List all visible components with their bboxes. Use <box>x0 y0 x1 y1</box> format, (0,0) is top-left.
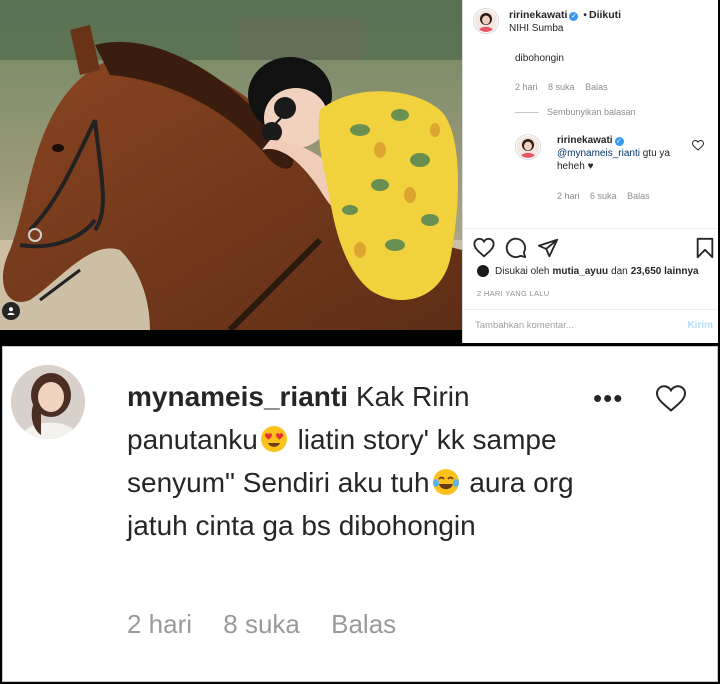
comment-input[interactable] <box>475 320 665 331</box>
post-actions: Disukai oleh mutia_ayuu dan 23,650 lainn… <box>463 228 718 343</box>
zoomed-comment-meta: 2 hari 8 suka Balas <box>127 609 420 640</box>
reply-username[interactable]: ririnekawati <box>557 135 613 146</box>
post-side-panel: ririnekawati ✓ • Diikuti NIHI Sumba diboho… <box>462 0 718 343</box>
comment-likes[interactable]: 8 suka <box>548 82 575 92</box>
comment-meta: 2 hari 8 suka Balas <box>515 81 616 94</box>
reply-avatar[interactable] <box>515 134 541 160</box>
instagram-post-screenshot: ririnekawati ✓ • Diikuti NIHI Sumba diboho… <box>0 0 720 345</box>
verified-badge-icon: ✓ <box>569 12 579 21</box>
follow-status-button[interactable]: Diikuti <box>589 9 621 21</box>
heart-icon[interactable] <box>655 385 687 418</box>
verified-badge-icon: ✓ <box>614 137 624 146</box>
post-photo[interactable] <box>0 0 462 330</box>
zoom-comment-time: 2 hari <box>127 609 193 639</box>
likes-count-link[interactable]: 23,650 lainnya <box>631 266 699 277</box>
post-comment-button[interactable]: Kirim <box>687 320 713 331</box>
zoom-comment-reply-button[interactable]: Balas <box>331 609 396 639</box>
comment-bubble-icon[interactable] <box>505 237 527 259</box>
reply-likes[interactable]: 6 suka <box>590 191 617 201</box>
heart-icon[interactable] <box>691 139 705 155</box>
likes-summary: Disukai oleh mutia_ayuu dan 23,650 lainn… <box>477 265 702 277</box>
commenter-avatar[interactable] <box>11 365 85 439</box>
like-heart-icon[interactable] <box>473 237 495 259</box>
poster-username[interactable]: ririnekawati <box>509 9 567 21</box>
heart-eyes-emoji-icon <box>260 426 287 452</box>
reply-time: 2 hari <box>557 191 580 201</box>
zoomed-comment-panel: mynameis_rianti Kak Ririn panutanku liati… <box>2 346 718 682</box>
reply-meta: 2 hari 6 suka Balas <box>557 190 658 203</box>
horse-riding-photo <box>0 0 462 330</box>
reply-reply-button[interactable]: Balas <box>627 191 650 201</box>
share-paper-plane-icon[interactable] <box>537 237 559 259</box>
reply-text-line2: heheh ♥ <box>557 161 594 172</box>
tagged-user-icon[interactable] <box>2 302 20 320</box>
reply-text: gtu ya <box>642 148 670 159</box>
comment-time: 2 hari <box>515 82 538 92</box>
reply-mention-link[interactable]: @mynameis_rianti <box>557 148 640 159</box>
bookmark-icon[interactable] <box>695 237 717 259</box>
poster-avatar[interactable] <box>473 8 499 34</box>
liked-by-user-link[interactable]: mutia_ayuu <box>552 266 608 277</box>
hide-replies-button[interactable]: Sembunyikan balasan <box>515 106 636 119</box>
liked-by-mid: dan <box>611 265 628 277</box>
liked-by-prefix: Disukai oleh <box>495 265 550 277</box>
post-location[interactable]: NIHI Sumba <box>509 22 621 36</box>
header-separator: • <box>583 9 587 21</box>
replies-divider <box>515 112 539 113</box>
hide-replies-label: Sembunyikan balasan <box>547 107 636 117</box>
zoomed-comment-text: mynameis_rianti Kak Ririn panutanku liati… <box>127 375 587 547</box>
post-header: ririnekawati ✓ • Diikuti NIHI Sumba <box>463 0 718 48</box>
liker-avatar[interactable] <box>477 265 489 277</box>
comments-list: dibohongin 2 hari 8 suka Balas Sembunyik… <box>463 48 718 228</box>
add-comment-bar: Kirim <box>463 309 718 343</box>
commenter-username[interactable]: mynameis_rianti <box>127 381 348 412</box>
more-options-icon[interactable]: ••• <box>593 385 623 411</box>
post-date[interactable]: 2 HARI YANG LALU <box>477 289 549 298</box>
comment-text-tail: dibohongin <box>515 53 564 64</box>
zoom-comment-likes[interactable]: 8 suka <box>223 609 300 639</box>
tears-of-joy-emoji-icon <box>432 469 459 495</box>
comment-reply-button[interactable]: Balas <box>585 82 608 92</box>
